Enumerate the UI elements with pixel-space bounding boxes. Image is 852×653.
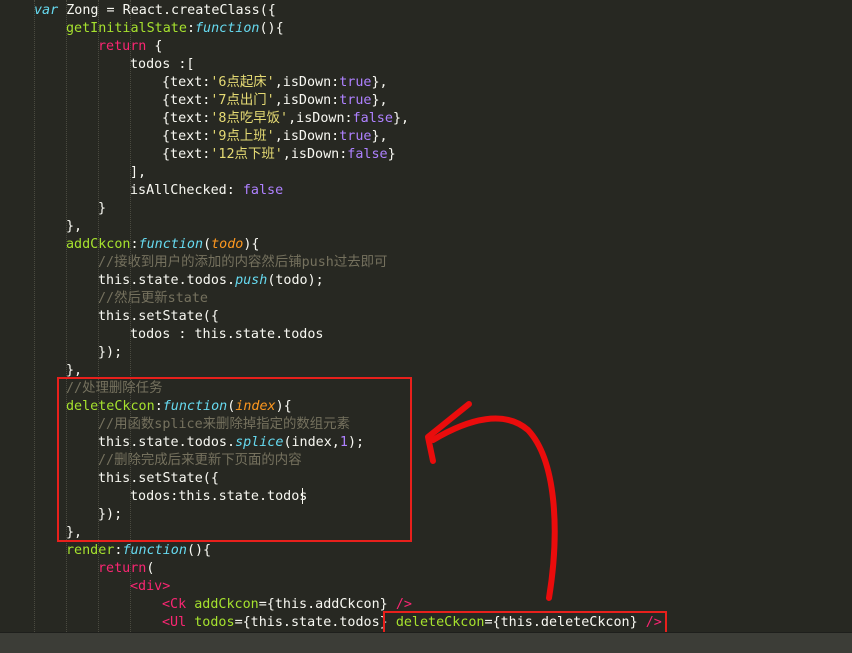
code-token: false [352, 111, 393, 126]
code-token: todos [194, 615, 235, 630]
code-line[interactable]: getInitialState:function(){ [66, 20, 284, 38]
code-token: <Ck [162, 597, 187, 612]
code-line[interactable]: {text:'8点吃早饭',isDown:false}, [162, 110, 409, 128]
code-line[interactable]: //接收到用户的添加的内容然后铺push过去即可 [98, 254, 387, 272]
code-token: }, [371, 75, 388, 90]
code-line[interactable]: addCkcon:function(todo){ [66, 236, 260, 254]
code-line[interactable]: return( [98, 560, 154, 578]
code-token: function [138, 237, 204, 252]
code-token: : [130, 237, 139, 252]
code-token: }, [371, 93, 388, 108]
code-line[interactable]: todos : this.state.todos [130, 326, 323, 344]
code-line[interactable]: var Zong = React.createClass({ [34, 2, 276, 20]
annotation-box-delete-prop [383, 611, 667, 634]
code-token: ( [146, 561, 155, 576]
code-token: { [146, 39, 163, 54]
code-token: isAllChecked: [130, 183, 243, 198]
code-token: '12点下班' [210, 147, 283, 162]
code-token: push [235, 273, 268, 288]
indent-guide [34, 0, 35, 632]
code-token: Zong = React.createClass({ [58, 3, 276, 18]
code-token: {text: [162, 111, 211, 126]
code-line[interactable]: return { [98, 38, 163, 56]
code-token: {text: [162, 129, 211, 144]
code-token: }, [392, 111, 410, 126]
code-line[interactable]: } [98, 200, 106, 218]
code-token: this.state.todos. [98, 273, 236, 288]
code-line[interactable]: <div> [130, 578, 170, 596]
code-token: }, [66, 219, 83, 234]
code-token: false [347, 147, 388, 162]
code-line[interactable]: {text:'9点上班',isDown:true}, [162, 128, 388, 146]
code-token: //然后更新state [98, 291, 208, 306]
code-token: render [66, 543, 115, 558]
code-token: todo [211, 237, 244, 252]
code-token: } [387, 147, 396, 162]
code-token: {text: [162, 93, 211, 108]
code-token: /> [395, 597, 412, 612]
code-line[interactable]: //然后更新state [98, 290, 208, 308]
code-token: ,isDown: [274, 75, 340, 90]
code-token: todos : this.state.todos [130, 327, 324, 342]
code-token: }); [98, 345, 123, 360]
code-token: ={this.addCkcon} [258, 597, 396, 612]
code-token: return [98, 39, 147, 54]
code-token: //接收到用户的添加的内容然后铺push过去即可 [98, 255, 388, 270]
code-token: '8点吃早饭' [210, 111, 289, 126]
code-token: getInitialState [66, 21, 187, 36]
code-token: } [98, 201, 107, 216]
code-token: ,isDown: [282, 147, 348, 162]
code-line[interactable]: {text:'6点起床',isDown:true}, [162, 74, 388, 92]
code-token: ){ [243, 237, 260, 252]
code-token: <div> [130, 579, 171, 594]
code-token: var [34, 3, 59, 18]
code-token: {text: [162, 75, 211, 90]
code-line[interactable]: this.state.todos.push(todo); [98, 272, 324, 290]
code-line[interactable]: {text:'12点下班',isDown:false} [162, 146, 396, 164]
code-token: }, [66, 363, 83, 378]
code-line[interactable]: todos :[ [130, 56, 195, 74]
code-token: ,isDown: [274, 93, 340, 108]
code-token: false [242, 183, 284, 198]
code-line[interactable]: this.setState({ [98, 308, 219, 326]
code-token: (){ [259, 21, 284, 36]
code-token: ={this.state.todos} [234, 615, 396, 630]
annotation-box-delete-function [57, 377, 412, 542]
code-token: addCkcon [194, 597, 259, 612]
code-line[interactable]: <Ck addCkcon={this.addCkcon} /> [162, 596, 412, 614]
code-token: <Ul [162, 615, 187, 630]
code-token: ( [203, 237, 212, 252]
code-token: '6点起床' [210, 75, 275, 90]
code-token: function [195, 21, 260, 36]
code-line[interactable]: ], [130, 164, 146, 182]
code-token: (){ [186, 543, 212, 558]
code-token: this.setState({ [98, 309, 219, 324]
code-token: '7点出门' [210, 93, 275, 108]
code-line[interactable]: {text:'7点出门',isDown:true}, [162, 92, 388, 110]
code-token: '9点上班' [210, 129, 275, 144]
code-token: function [122, 543, 187, 558]
code-token: todos :[ [130, 57, 195, 72]
code-token: : [186, 21, 195, 36]
code-token: true [339, 93, 372, 108]
code-token: true [339, 75, 372, 90]
code-line[interactable]: isAllChecked: false [130, 182, 283, 200]
code-token: ], [130, 165, 147, 180]
code-token: addCkcon [66, 237, 131, 252]
code-token: ,isDown: [274, 129, 340, 144]
status-bar [0, 632, 852, 653]
code-line[interactable]: }); [98, 344, 122, 362]
code-token: (todo); [267, 273, 324, 288]
code-token: }, [371, 129, 388, 144]
code-token: true [339, 129, 372, 144]
code-token: ,isDown: [288, 111, 353, 126]
code-line[interactable]: render:function(){ [66, 542, 211, 560]
code-token: {text: [162, 147, 211, 162]
code-token: return [98, 561, 147, 576]
code-line[interactable]: }, [66, 218, 82, 236]
